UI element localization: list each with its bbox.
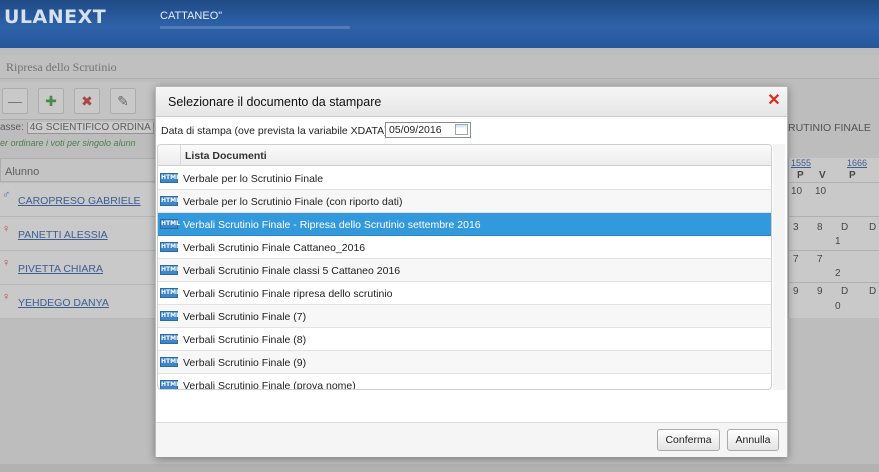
document-name: Verbali Scrutinio Finale (9) <box>183 357 307 369</box>
document-name: Verbali Scrutinio Finale classi 5 Cattan… <box>183 265 401 277</box>
close-icon[interactable]: ✕ <box>766 92 782 110</box>
html-file-icon: HTML <box>160 311 180 321</box>
html-file-icon: HTML <box>160 288 180 298</box>
app-logo: ULANEXT <box>4 6 107 28</box>
school-name: CATTANEO" <box>160 10 223 22</box>
school-subtitle <box>160 26 350 29</box>
document-row[interactable]: HTML Verbali Scrutinio Finale (7) <box>158 305 771 328</box>
cancel-button[interactable]: Annulla <box>727 429 779 451</box>
html-file-icon: HTML <box>160 380 180 389</box>
documents-list-title: Lista Documenti <box>185 150 267 162</box>
document-row[interactable]: HTML Verbale per lo Scrutinio Finale (co… <box>158 190 771 213</box>
print-date-label: Data di stampa (ove prevista la variabil… <box>161 125 391 137</box>
confirm-button[interactable]: Conferma <box>657 429 720 451</box>
dialog-title: Selezionare il documento da stampare <box>168 95 382 109</box>
html-file-icon: HTML <box>160 196 180 206</box>
document-row-selected[interactable]: HTML Verbali Scrutinio Finale - Ripresa … <box>158 213 771 236</box>
document-name: Verbale per lo Scrutinio Finale <box>183 173 324 185</box>
print-document-dialog: Selezionare il documento da stampare ✕ D… <box>155 86 788 457</box>
html-file-icon: HTML <box>160 357 180 367</box>
document-row[interactable]: HTML Verbali Scrutinio Finale (9) <box>158 351 771 374</box>
dialog-footer: Conferma Annulla <box>156 422 787 457</box>
document-row[interactable]: HTML Verbali Scrutinio Finale ripresa de… <box>158 282 771 305</box>
document-name: Verbali Scrutinio Finale Cattaneo_2016 <box>183 242 366 254</box>
html-file-icon: HTML <box>160 334 180 344</box>
html-file-icon: HTML <box>160 242 180 252</box>
document-name: Verbali Scrutinio Finale ripresa dello s… <box>183 288 393 300</box>
documents-list-header: Lista Documenti <box>158 145 771 166</box>
app-header: ULANEXT CATTANEO" <box>0 0 879 48</box>
document-name: Verbale per lo Scrutinio Finale (con rip… <box>183 196 403 208</box>
calendar-icon[interactable] <box>455 124 468 135</box>
list-header-corner <box>158 145 181 166</box>
html-file-icon: HTML <box>160 219 180 229</box>
document-row[interactable]: HTML Verbali Scrutinio Finale (prova nom… <box>158 374 771 390</box>
list-scrollbar[interactable] <box>773 144 785 390</box>
document-row[interactable]: HTML Verbali Scrutinio Finale classi 5 C… <box>158 259 771 282</box>
dialog-titlebar[interactable]: Selezionare il documento da stampare ✕ <box>156 87 787 117</box>
html-file-icon: HTML <box>160 265 180 275</box>
document-row[interactable]: HTML Verbale per lo Scrutinio Finale <box>158 167 771 190</box>
document-row[interactable]: HTML Verbali Scrutinio Finale (8) <box>158 328 771 351</box>
document-row[interactable]: HTML Verbali Scrutinio Finale Cattaneo_2… <box>158 236 771 259</box>
document-name: Verbali Scrutinio Finale (7) <box>183 311 307 323</box>
document-name: Verbali Scrutinio Finale (8) <box>183 334 307 346</box>
document-name: Verbali Scrutinio Finale (prova nome) <box>183 380 356 390</box>
document-name: Verbali Scrutinio Finale - Ripresa dello… <box>183 219 481 231</box>
documents-list: Lista Documenti HTML Verbale per lo Scru… <box>157 144 772 390</box>
html-file-icon: HTML <box>160 173 180 183</box>
